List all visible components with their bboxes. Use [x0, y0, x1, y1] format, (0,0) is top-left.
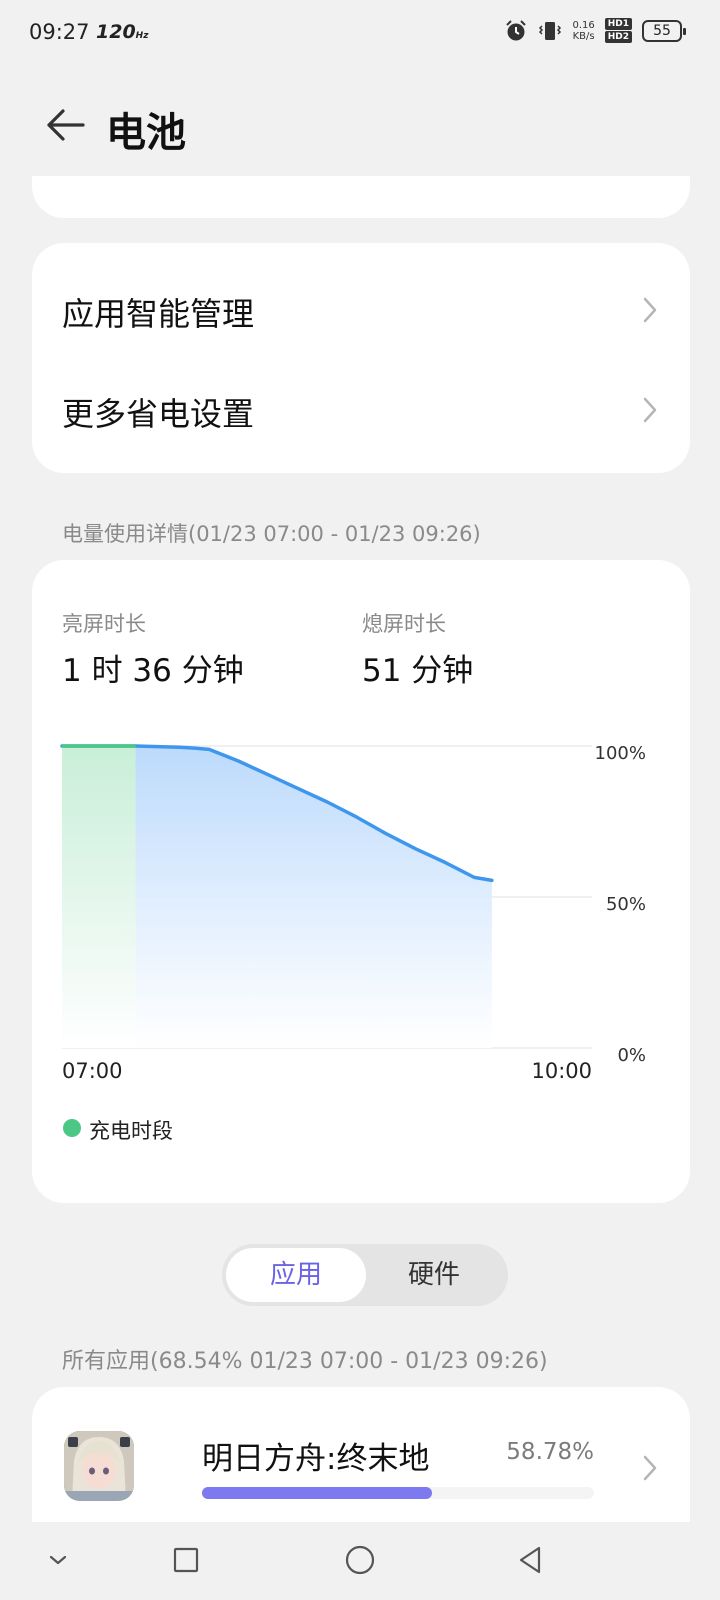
battery-icon: 55	[642, 19, 686, 42]
app-name: 明日方舟:终末地	[202, 1441, 430, 1477]
collapse-nav-button[interactable]	[36, 1538, 80, 1582]
tab-apps[interactable]: 应用	[226, 1248, 366, 1302]
home-circle-icon	[345, 1545, 375, 1575]
back-arrow-icon	[47, 109, 85, 141]
y-tick-label: 50%	[606, 894, 646, 915]
home-button[interactable]	[338, 1538, 382, 1582]
list-item[interactable]: 明日方舟:终末地 58.78%	[32, 1387, 690, 1537]
status-icons: 0.16 KB/s HD1 HD2 55	[504, 18, 686, 43]
page-title: 电池	[106, 110, 186, 156]
charging-legend-dot	[63, 1119, 81, 1137]
app-icon-arknights-endfield	[64, 1431, 134, 1501]
navigation-bar	[0, 1522, 720, 1600]
menu-item-more-power-settings[interactable]: 更多省电设置	[32, 359, 690, 459]
app-usage-bar-fill	[202, 1487, 433, 1499]
recents-square-icon	[173, 1547, 199, 1573]
app-percent: 58.78%	[506, 1439, 594, 1465]
refresh-rate: 120Hz	[96, 21, 149, 43]
vibrate-icon	[539, 21, 562, 40]
settings-menu-card: 应用智能管理 更多省电设置	[32, 243, 690, 473]
menu-item-label: 更多省电设置	[62, 395, 255, 433]
back-button[interactable]	[42, 102, 88, 148]
x-tick-label: 10:00	[531, 1059, 592, 1083]
alarm-icon	[506, 19, 527, 40]
back-triangle-icon	[519, 1546, 541, 1574]
chevron-right-icon	[643, 397, 657, 423]
app-usage-bar	[202, 1487, 594, 1499]
status-time: 09:27	[29, 20, 90, 44]
usage-detail-label: 电量使用详情(01/23 07:00 - 01/23 09:26)	[62, 522, 481, 546]
back-nav-button[interactable]	[508, 1538, 552, 1582]
all-apps-label: 所有应用(68.54% 01/23 07:00 - 01/23 09:26)	[62, 1349, 548, 1374]
recents-button[interactable]	[164, 1538, 208, 1582]
collapse-chevron-icon	[49, 1555, 67, 1565]
x-tick-label: 07:00	[62, 1059, 123, 1083]
menu-item-app-smart-management[interactable]: 应用智能管理	[32, 259, 690, 359]
y-tick-label: 0%	[617, 1045, 646, 1066]
previous-card	[32, 176, 690, 218]
menu-item-label: 应用智能管理	[62, 295, 255, 333]
header: 电池	[0, 90, 720, 160]
net-speed: 0.16 KB/s	[572, 19, 595, 42]
app-usage-card: 明日方舟:终末地 58.78%	[32, 1387, 690, 1537]
usage-tab-switch: 应用 硬件	[222, 1244, 508, 1306]
chevron-right-icon	[643, 1455, 657, 1481]
battery-level-chart: 100% 50% 0% 07:00 10:00	[60, 743, 646, 1083]
hd-icon: HD1 HD2	[604, 18, 632, 43]
charging-period-band	[62, 746, 136, 1048]
chevron-right-icon	[643, 297, 657, 323]
battery-usage-card: 亮屏时长 1 时 36 分钟 熄屏时长 51 分钟 100% 50% 0% 07:00…	[32, 560, 690, 1203]
status-bar: 09:27 120Hz 0.16 KB/s HD1 HD2 55	[0, 0, 720, 66]
tab-hardware[interactable]: 硬件	[364, 1248, 504, 1302]
y-tick-label: 100%	[595, 743, 646, 764]
charging-legend-label: 充电时段	[89, 1119, 173, 1143]
